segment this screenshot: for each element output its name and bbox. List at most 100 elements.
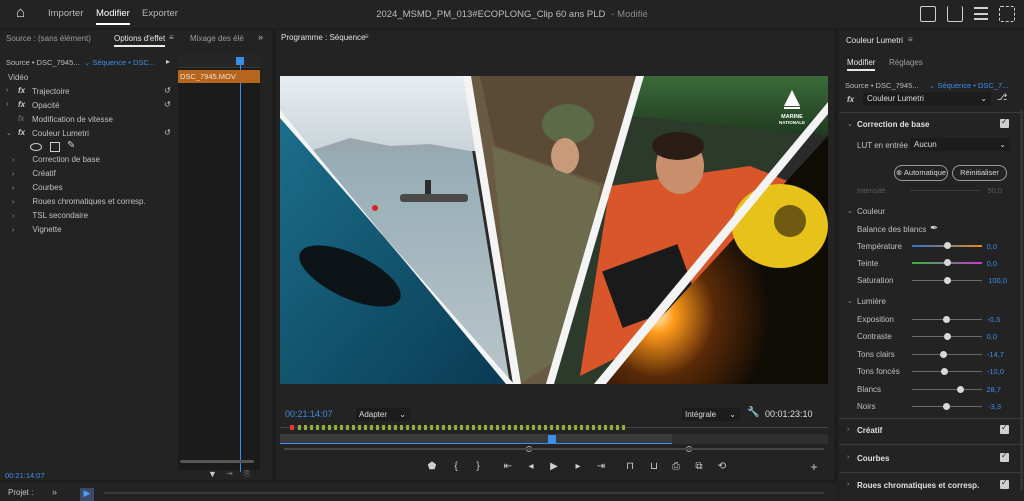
eyedropper-icon[interactable]: ✒	[930, 223, 938, 234]
tab-source[interactable]: Source : (sans élément)	[6, 34, 91, 43]
menu-icon[interactable]	[974, 7, 988, 20]
expand-arrow-icon[interactable]: ›	[12, 213, 14, 220]
auto-button[interactable]: ⊗ Automatique	[894, 165, 948, 181]
snapshot-icon[interactable]: ⎘	[244, 469, 250, 479]
intensity-slider[interactable]	[910, 190, 980, 191]
reset-icon[interactable]: ↺	[164, 100, 171, 109]
basic-correction-header[interactable]: Correction de base	[857, 120, 929, 129]
creative-checkbox[interactable]	[1000, 423, 1009, 434]
slider-knob[interactable]	[940, 351, 947, 358]
curves-header[interactable]: Courbes	[857, 454, 889, 463]
rect-mask-icon[interactable]	[50, 142, 60, 152]
expand-arrow-icon[interactable]: ›	[6, 87, 8, 94]
effect-timeline[interactable]: DSC_7945.MOV	[178, 54, 260, 472]
quality-dropdown[interactable]: Intégrale ⌄	[682, 408, 740, 421]
go-to-in-icon[interactable]: ⇤	[502, 461, 514, 473]
comparison-view-icon[interactable]: ⧉	[693, 461, 705, 473]
slider-knob[interactable]	[944, 333, 951, 340]
expand-arrow-icon[interactable]: ›	[847, 454, 849, 461]
lumetri-sub-item[interactable]: › Courbes	[12, 183, 63, 192]
effect-row-speed[interactable]: fx Modification de vitesse	[6, 114, 176, 127]
proxy-toggle-icon[interactable]: ⟲	[716, 461, 728, 473]
lumetri-sub-item[interactable]: › Correction de base	[12, 155, 100, 164]
settings-wrench-icon[interactable]: 🔧	[747, 407, 759, 418]
basic-correction-checkbox[interactable]	[1000, 117, 1009, 128]
lumetri-sub-item[interactable]: › Roues chromatiques et corresp.	[12, 197, 146, 206]
exposure-value[interactable]: -0,3	[960, 315, 1000, 324]
saturation-value[interactable]: 100,0	[967, 276, 1007, 285]
reset-icon[interactable]: ↺	[164, 86, 171, 95]
mark-out-icon[interactable]: }	[472, 461, 484, 473]
lut-dropdown[interactable]: Aucun ⌄	[910, 138, 1010, 151]
lumetri-scrollbar[interactable]	[1020, 110, 1023, 490]
play-effect-icon[interactable]: ▸	[166, 57, 170, 66]
slider-knob[interactable]	[944, 259, 951, 266]
markers-track[interactable]	[280, 425, 828, 431]
expand-arrow-icon[interactable]: ›	[12, 171, 14, 178]
more-tabs-icon[interactable]: »	[258, 32, 263, 42]
effect-instance-dropdown[interactable]: Couleur Lumetri ⌄	[863, 92, 991, 105]
export-frame-icon[interactable]: ⎙	[670, 461, 682, 473]
lumetri-sequence-selector[interactable]: ⌄ Séquence • DSC_7...	[929, 81, 1008, 90]
slider-knob[interactable]	[943, 403, 950, 410]
video-frame[interactable]: MARINE NATIONALE	[280, 76, 828, 384]
tab-edit[interactable]: Modifier	[847, 58, 876, 71]
lift-icon[interactable]: ⊓	[624, 461, 636, 473]
shadows-value[interactable]: -10,0	[964, 367, 1004, 376]
slider-knob[interactable]	[943, 316, 950, 323]
collapse-arrow-icon[interactable]: ⌄	[6, 129, 12, 137]
expand-arrow-icon[interactable]: ›	[12, 157, 14, 164]
temperature-value[interactable]: 0,0	[957, 242, 997, 251]
playhead-timecode[interactable]: 00:21:14:07	[285, 409, 333, 419]
panel-menu-icon[interactable]: ≡	[169, 33, 174, 42]
blacks-value[interactable]: -3,3	[961, 402, 1001, 411]
scrub-playhead-icon[interactable]	[548, 435, 556, 443]
tab-settings[interactable]: Réglages	[889, 58, 923, 67]
extract-icon[interactable]: ⊔	[648, 461, 660, 473]
tint-value[interactable]: 0,0	[957, 259, 997, 268]
ellipse-mask-icon[interactable]	[30, 143, 42, 151]
effect-row-opacity[interactable]: › fx Opacité ↺	[6, 100, 176, 113]
share-icon[interactable]	[947, 6, 963, 22]
play-icon[interactable]: ▶	[548, 461, 560, 473]
slider-knob[interactable]	[944, 242, 951, 249]
zoom-handle-bar[interactable]	[284, 448, 824, 450]
color-wheels-header[interactable]: Roues chromatiques et corresp.	[857, 481, 979, 490]
panel-menu-icon[interactable]: ≡	[908, 35, 913, 44]
fullscreen-icon[interactable]	[999, 6, 1015, 22]
lumetri-sub-item[interactable]: › TSL secondaire	[12, 211, 88, 220]
timeline-strip[interactable]	[104, 492, 824, 494]
tab-audio-mixer[interactable]: Mixage des élé	[190, 34, 244, 43]
whites-value[interactable]: 28,7	[961, 385, 1001, 394]
lumetri-sub-item[interactable]: › Créatif	[12, 169, 56, 178]
go-to-out-icon[interactable]: ⇥	[595, 461, 607, 473]
sequence-clip-selector[interactable]: ⌄ Séquence • DSC...	[84, 58, 155, 67]
pen-mask-icon[interactable]: ✎	[67, 140, 75, 151]
tab-project[interactable]: Projet :	[8, 488, 33, 497]
export-frame-icon[interactable]: ⇥	[226, 469, 233, 478]
notifications-icon[interactable]	[920, 6, 936, 22]
collapse-arrow-icon[interactable]: ⌄	[847, 120, 853, 128]
marker-red[interactable]	[290, 425, 294, 430]
reset-icon[interactable]: ↺	[164, 128, 171, 137]
add-button-icon[interactable]: +	[808, 461, 820, 473]
toggle-effect-icon[interactable]: ⎇	[997, 92, 1007, 103]
collapse-arrow-icon[interactable]: ⌄	[847, 207, 853, 215]
reset-button[interactable]: Réinitialiser	[952, 165, 1007, 181]
selection-tool-icon[interactable]: ▶	[80, 488, 94, 501]
highlights-value[interactable]: -14,7	[964, 350, 1004, 359]
tab-effect-options[interactable]: Options d'effet	[114, 34, 166, 47]
slider-knob[interactable]	[944, 277, 951, 284]
step-forward-icon[interactable]: ▸	[572, 461, 584, 473]
slider-knob[interactable]	[941, 368, 948, 375]
effect-row-lumetri[interactable]: ⌄ fx Couleur Lumetri ↺	[6, 128, 176, 141]
expand-arrow-icon[interactable]: ›	[847, 426, 849, 433]
mark-in-icon[interactable]: {	[450, 461, 462, 473]
lumetri-sub-item[interactable]: › Vignette	[12, 225, 62, 234]
panel-menu-icon[interactable]: ≡	[364, 32, 369, 41]
color-wheels-checkbox[interactable]	[1000, 478, 1009, 489]
expand-arrow-icon[interactable]: ›	[12, 227, 14, 234]
zoom-scroll[interactable]	[180, 460, 254, 463]
more-tabs-icon[interactable]: »	[52, 487, 57, 497]
expand-arrow-icon[interactable]: ›	[12, 199, 14, 206]
